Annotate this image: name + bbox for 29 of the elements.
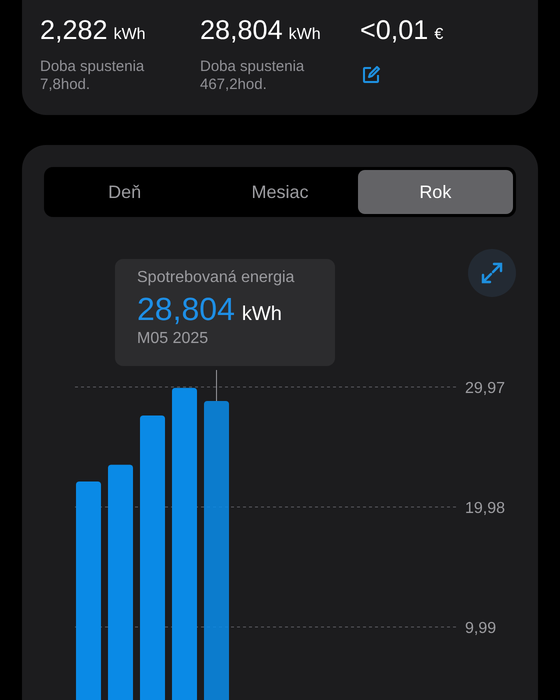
axis-label: 29,97 [465,380,506,397]
axis-label: 19,98 [465,500,506,517]
runtime-label: Doba spustenia [200,58,306,76]
runtime-label: Doba spustenia [40,58,146,76]
expand-button[interactable] [468,249,516,297]
bar[interactable] [204,401,229,700]
unit-label: € [434,26,444,44]
tooltip-title: Spotrebovaná energia [137,269,296,287]
tooltip-value: 28,804 [137,291,235,328]
axis-label: 9,99 [465,620,496,637]
unit-label: kWh [288,26,321,44]
bar[interactable] [140,415,165,700]
period-tab[interactable]: Rok [358,170,513,214]
energy-value: <0,01 [360,15,428,46]
edit-icon[interactable] [362,66,380,84]
bar[interactable] [76,482,101,700]
energy-value: 28,804 [200,15,283,46]
tooltip-period: M05 2025 [137,330,210,348]
tooltip-unit: kWh [242,303,282,326]
runtime-value: 467,2hod. [200,76,268,94]
expand-icon [479,260,505,286]
period-tab[interactable]: Mesiac [202,170,358,214]
bar[interactable] [108,464,133,700]
unit-label: kWh [114,26,146,44]
period-tab[interactable]: Deň [47,170,202,214]
energy-value: 2,282 [40,15,108,46]
bar[interactable] [172,388,197,700]
cursor-line [216,370,217,402]
runtime-value: 7,8hod. [40,76,92,94]
